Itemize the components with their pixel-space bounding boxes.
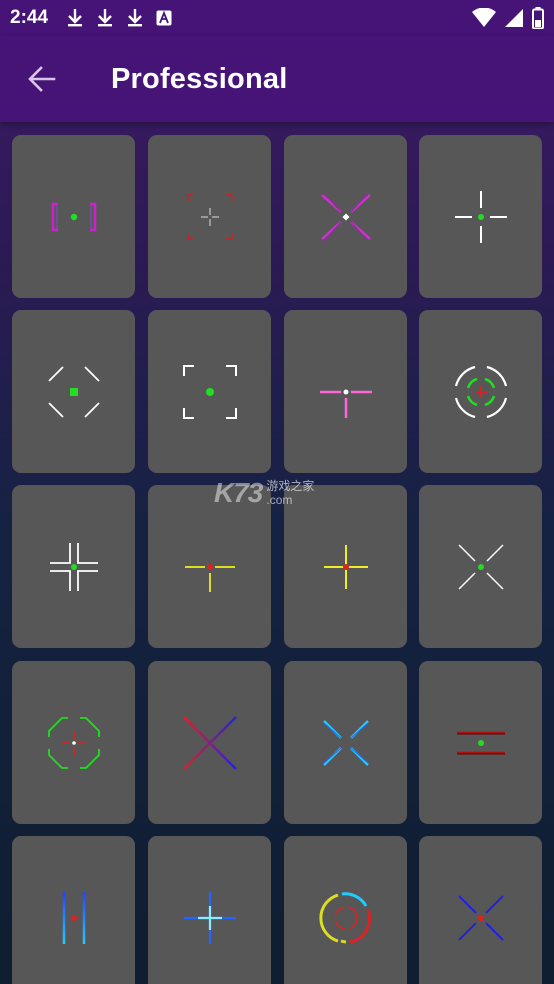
watermark-cn: 游戏之家	[266, 479, 315, 493]
watermark-logo: K73	[214, 477, 263, 508]
crosshair-yellow-cross-icon	[323, 544, 368, 589]
crosshair-brackets-icon	[51, 202, 96, 231]
status-bar: 2:44	[0, 0, 554, 36]
crosshair-tile-magenta-x-white-dot[interactable]	[284, 135, 407, 298]
crosshair-tile-red-blue-x[interactable]	[148, 661, 271, 824]
download-icon	[68, 9, 83, 27]
arrow-left-icon	[28, 66, 56, 92]
crosshair-tile-red-corners-white-cross[interactable]	[148, 135, 271, 298]
crosshair-tile-blue-vertical-bars-red-dot[interactable]	[12, 836, 135, 984]
crosshair-cross-icon	[454, 190, 507, 243]
crosshair-blue-x-icon	[457, 894, 504, 941]
crosshair-tile-white-x-green-dot[interactable]	[419, 485, 542, 648]
crosshair-tile-cyan-x[interactable]	[284, 661, 407, 824]
watermark: K73 游戏之家 .com	[214, 476, 344, 510]
font-a-icon	[156, 10, 172, 26]
crosshair-tile-blue-x-red-dot[interactable]	[419, 836, 542, 984]
crosshair-octagon-icon	[47, 716, 100, 769]
crosshair-t-icon	[319, 389, 372, 418]
crosshair-rainbow-circle-icon	[318, 891, 371, 943]
crosshair-tile-white-diagonals-green-square[interactable]	[12, 310, 135, 473]
crosshair-tile-blue-cyan-cross[interactable]	[148, 836, 271, 984]
crosshair-tile-rainbow-circle[interactable]	[284, 836, 407, 984]
page-title: Professional	[111, 62, 288, 95]
download-icon	[98, 9, 113, 27]
download-icon	[128, 9, 143, 27]
crosshair-white-x-icon	[457, 543, 504, 590]
crosshair-x-icon	[320, 192, 371, 241]
crosshair-yellow-t-icon	[184, 563, 235, 592]
watermark-domain: .com	[266, 493, 293, 507]
crosshair-tile-brackets-green-dot[interactable]	[12, 135, 135, 298]
crosshair-cyan-x-icon	[322, 719, 369, 766]
battery-icon	[532, 7, 544, 29]
status-time: 2:44	[10, 7, 49, 28]
app-bar: Professional	[0, 36, 554, 122]
crosshair-vertical-bars-icon	[62, 891, 85, 944]
crosshair-corner-cross-icon	[49, 542, 98, 591]
crosshair-corners-icon	[186, 193, 233, 240]
crosshair-tile-pink-t-white-dot[interactable]	[284, 310, 407, 473]
crosshair-tile-white-corners-green-dot[interactable]	[148, 310, 271, 473]
crosshair-tile-white-cross-green-dot[interactable]	[419, 135, 542, 298]
crosshair-scope-icon	[454, 365, 507, 418]
crosshair-tile-white-corner-cross-green-dot[interactable]	[12, 485, 135, 648]
crosshair-tile-red-bars-green-dot[interactable]	[419, 661, 542, 824]
crosshair-blue-cross-icon	[183, 891, 236, 944]
wifi-icon	[472, 8, 496, 27]
crosshair-gradient-x-icon	[182, 715, 237, 770]
crosshair-frame-icon	[182, 364, 237, 419]
notification-icons	[66, 8, 172, 28]
crosshair-tile-green-octagon-red-cross[interactable]	[12, 661, 135, 824]
back-button[interactable]	[14, 51, 70, 107]
crosshair-tile-white-circle-green-arcs-red-cross[interactable]	[419, 310, 542, 473]
crosshair-bars-icon	[456, 731, 505, 754]
signal-icon	[505, 9, 523, 27]
crosshair-diagonals-icon	[47, 365, 100, 418]
system-icons	[472, 7, 544, 29]
